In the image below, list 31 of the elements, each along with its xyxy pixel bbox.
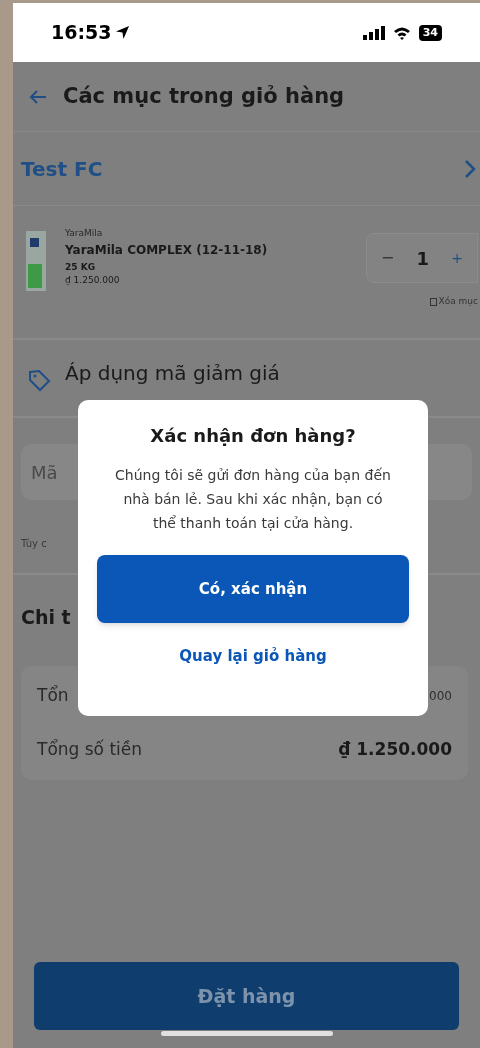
code-hint: Tùy c	[21, 537, 48, 551]
increase-button[interactable]: +	[451, 247, 463, 269]
summary-value: 000	[429, 687, 452, 705]
product-brand: YaraMila	[65, 227, 104, 240]
signal-icon	[362, 25, 385, 40]
summary-value: ₫ 1.250.000	[338, 737, 452, 761]
back-to-cart-link[interactable]: Quay lại giỏ hàng	[179, 645, 327, 668]
store-row[interactable]: Test FC	[13, 132, 480, 206]
dialog-message: Chúng tôi sẽ gửi đơn hàng của bạn đến nhà bán lẻ. Sau khi xác nhận, bạn có thể thanh toán tại cửa hàng.	[114, 466, 392, 533]
remove-item-link[interactable]: Xóa mục	[429, 295, 478, 309]
confirm-button[interactable]: Có, xác nhận	[97, 555, 409, 623]
tag-icon	[27, 368, 51, 392]
details-title: Chi t	[21, 605, 71, 630]
decrease-button[interactable]: −	[381, 246, 395, 270]
page-title: Các mục trong giỏ hàng	[63, 82, 345, 110]
battery-indicator: 34	[418, 24, 442, 41]
wifi-icon	[392, 25, 411, 40]
summary-label: Tổng số tiền	[37, 737, 143, 761]
product-price: ₫ 1.250.000	[65, 274, 121, 287]
summary-label: Tổn	[37, 683, 69, 707]
product-picture-icon	[25, 230, 47, 292]
clock: 16:53	[51, 20, 112, 46]
product-weight: 25 KG	[65, 260, 97, 274]
product-name: YaraMila COMPLEX (12-11-18)	[65, 241, 268, 259]
location-arrow-icon	[115, 25, 131, 40]
trash-icon	[429, 297, 437, 306]
dialog-title: Xác nhận đơn hàng?	[150, 424, 356, 448]
back-arrow-icon[interactable]	[29, 88, 47, 105]
quantity-value: 1	[416, 246, 430, 271]
chevron-right-icon	[464, 158, 476, 179]
discount-title[interactable]: Áp dụng mã giảm giá	[65, 358, 280, 388]
